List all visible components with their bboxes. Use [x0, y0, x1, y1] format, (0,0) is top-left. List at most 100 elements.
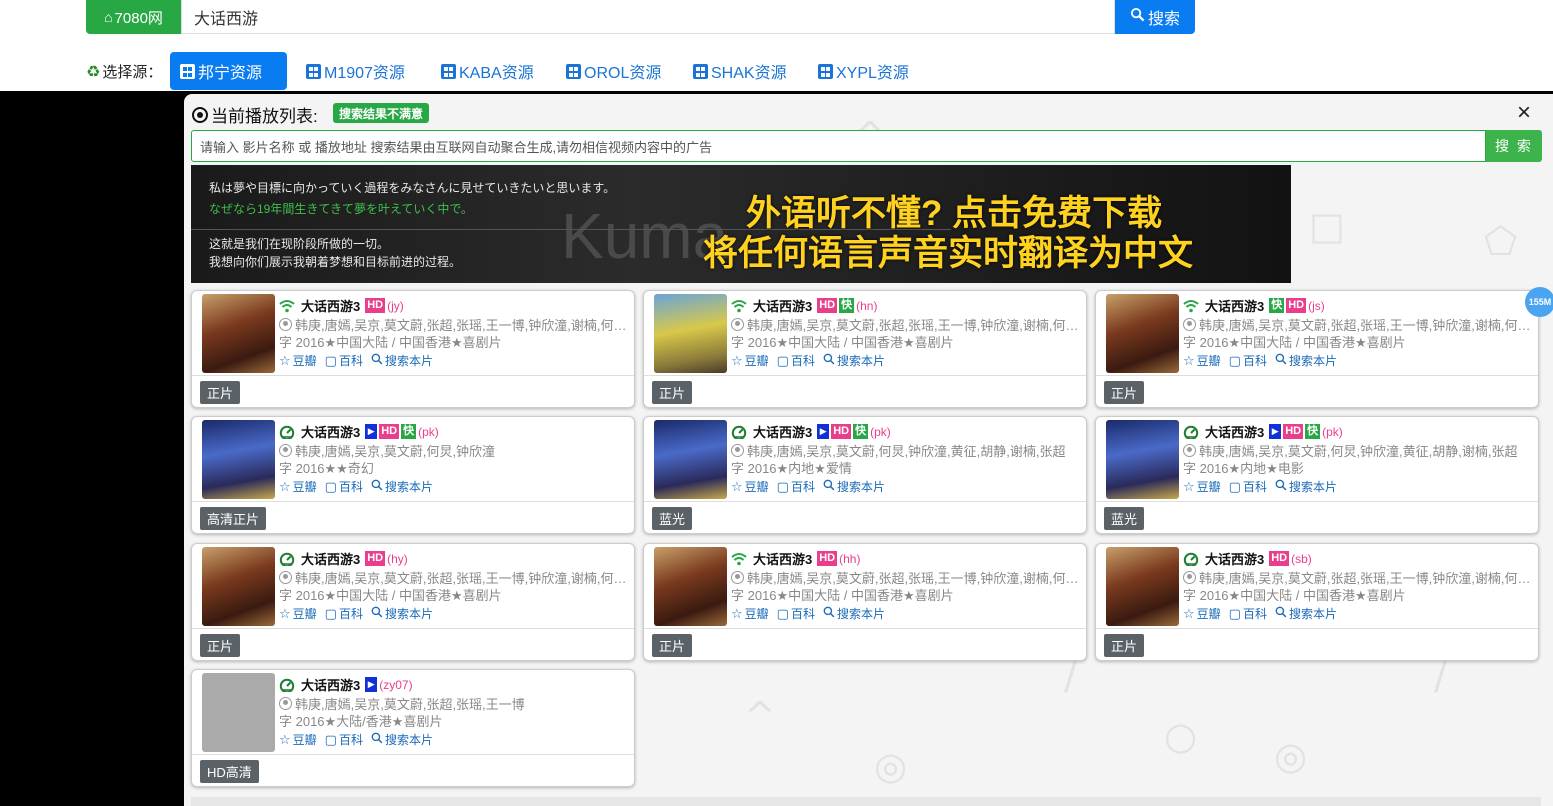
movie-poster[interactable] [1106, 294, 1179, 373]
source-tab-0[interactable]: 邦宁资源 [170, 52, 287, 90]
douban-link[interactable]: ☆ 豆瓣 [1183, 605, 1221, 622]
movie-poster[interactable] [202, 294, 275, 373]
search-film-link[interactable]: 搜索本片 [1275, 478, 1337, 495]
movie-title[interactable]: 大话西游3 [1205, 296, 1264, 315]
movie-title[interactable]: 大话西游3 [753, 549, 812, 568]
search-film-link[interactable]: 搜索本片 [371, 478, 433, 495]
douban-link[interactable]: ☆ 豆瓣 [1183, 352, 1221, 369]
movie-poster[interactable] [654, 547, 727, 626]
movie-title[interactable]: 大话西游3 [301, 549, 360, 568]
quality-play-button[interactable]: 正片 [1104, 634, 1145, 657]
source-tab-3[interactable]: OROL资源 [556, 52, 671, 90]
deco-shape: ⬠ [1484, 219, 1518, 263]
movie-poster[interactable] [202, 547, 275, 626]
movie-title[interactable]: 大话西游3 [1205, 549, 1264, 568]
card-links: ☆ 豆瓣 ▢ 百科 搜索本片 [731, 605, 885, 622]
quality-play-button[interactable]: 正片 [652, 634, 693, 657]
quality-play-button[interactable]: 正片 [200, 381, 241, 404]
movie-title[interactable]: 大话西游3 [301, 675, 360, 694]
panel-search-button[interactable]: 搜 索 [1486, 130, 1542, 162]
result-card[interactable]: 大话西游3 HD (hh) 韩庚,唐嫣,吴京,莫文蔚,张超,张瑶,王一博,钟欣潼,谢楠… [643, 543, 1087, 661]
search-button[interactable]: 搜索 [1115, 0, 1195, 34]
quality-play-button[interactable]: 蓝光 [652, 507, 693, 530]
quality-play-button[interactable]: 高清正片 [200, 507, 267, 530]
unsatisfied-badge[interactable]: 搜索结果不满意 [333, 103, 430, 123]
fast-tag: 快 [401, 424, 417, 439]
baike-link[interactable]: ▢ 百科 [1229, 478, 1267, 495]
result-card[interactable]: 大话西游3 HD 快 (hn) 韩庚,唐嫣,吴京,莫文蔚,张超,张瑶,王一博,钟欣潼,谢… [643, 290, 1087, 408]
baike-link[interactable]: ▢ 百科 [325, 352, 363, 369]
search-film-link[interactable]: 搜索本片 [1275, 605, 1337, 622]
result-card[interactable]: 大话西游3 ▶ (zy07) 韩庚,唐嫣,吴京,莫文蔚,张超,张瑶,王一博字 2016… [191, 669, 635, 787]
result-card[interactable]: 大话西游3 ▶ HD 快 (pk) 韩庚,唐嫣,吴京,莫文蔚,何炅,钟欣潼,黄征,胡静,谢… [643, 416, 1087, 534]
result-card[interactable]: 大话西游3 ▶ HD 快 (pk) 韩庚,唐嫣,吴京,莫文蔚,何炅,钟欣潼,黄征,胡静,谢… [1095, 416, 1539, 534]
baike-link[interactable]: ▢ 百科 [777, 352, 815, 369]
result-card[interactable]: 大话西游3 快 HD (js) 韩庚,唐嫣,吴京,莫文蔚,张超,张瑶,王一博,钟欣潼,谢… [1095, 290, 1539, 408]
search-film-link[interactable]: 搜索本片 [823, 605, 885, 622]
card-links: ☆ 豆瓣 ▢ 百科 搜索本片 [279, 352, 433, 369]
quality-play-button[interactable]: HD高清 [200, 760, 259, 783]
douban-link[interactable]: ☆ 豆瓣 [279, 352, 317, 369]
ad-banner[interactable]: Kuma 私は夢や目標に向かっていく過程をみなさんに見せていきたいと思います。 … [191, 165, 1291, 283]
douban-link[interactable]: ☆ 豆瓣 [279, 478, 317, 495]
result-card[interactable]: 大话西游3 HD (jy) 韩庚,唐嫣,吴京,莫文蔚,张超,张瑶,王一博,钟欣潼,谢楠… [191, 290, 635, 408]
baike-link[interactable]: ▢ 百科 [777, 478, 815, 495]
source-tab-1[interactable]: M1907资源 [296, 52, 415, 90]
baike-link[interactable]: ▢ 百科 [777, 605, 815, 622]
star-icon: ☆ [279, 731, 291, 747]
search-film-link[interactable]: 搜索本片 [371, 731, 433, 748]
movie-title[interactable]: 大话西游3 [301, 422, 360, 441]
site-home-button[interactable]: ⌂ 7080网 [86, 0, 181, 34]
movie-meta: 字 2016★中国大陆 / 中国香港★喜剧片 [1183, 588, 1406, 603]
close-icon[interactable]: × [1517, 99, 1531, 127]
movie-poster[interactable] [202, 673, 275, 752]
baike-link[interactable]: ▢ 百科 [1229, 352, 1267, 369]
movie-title[interactable]: 大话西游3 [753, 422, 812, 441]
source-tab-2[interactable]: KABA资源 [431, 52, 544, 90]
result-card[interactable]: 大话西游3 ▶ HD 快 (pk) 韩庚,唐嫣,吴京,莫文蔚,何炅,钟欣潼字 2016★★… [191, 416, 635, 534]
search-input[interactable]: 大话西游 [181, 0, 1115, 34]
search-film-link[interactable]: 搜索本片 [823, 478, 885, 495]
douban-link[interactable]: ☆ 豆瓣 [731, 352, 769, 369]
result-card[interactable]: 大话西游3 HD (sb) 韩庚,唐嫣,吴京,莫文蔚,张超,张瑶,王一博,钟欣潼,谢楠… [1095, 543, 1539, 661]
search-film-link[interactable]: 搜索本片 [823, 352, 885, 369]
movie-poster[interactable] [654, 420, 727, 499]
baike-link[interactable]: ▢ 百科 [325, 731, 363, 748]
quality-play-button[interactable]: 正片 [200, 634, 241, 657]
douban-link[interactable]: ☆ 豆瓣 [279, 605, 317, 622]
quality-play-button[interactable]: 蓝光 [1104, 507, 1145, 530]
douban-link[interactable]: ☆ 豆瓣 [279, 731, 317, 748]
hd-tag: HD [1286, 298, 1307, 313]
movie-poster[interactable] [1106, 547, 1179, 626]
baike-link[interactable]: ▢ 百科 [325, 478, 363, 495]
search-film-link[interactable]: 搜索本片 [1275, 352, 1337, 369]
panel-search-input[interactable]: 请输入 影片名称 或 播放地址 搜索结果由互联网自动聚合生成,请勿相信视频内容中… [191, 130, 1486, 162]
card-title-row: 大话西游3 HD (hy) [279, 549, 408, 568]
source-tab-label: OROL资源 [584, 65, 662, 82]
movie-poster[interactable] [654, 294, 727, 373]
result-card[interactable]: 大话西游3 HD (hy) 韩庚,唐嫣,吴京,莫文蔚,张超,张瑶,王一博,钟欣潼,谢楠… [191, 543, 635, 661]
douban-link[interactable]: ☆ 豆瓣 [1183, 478, 1221, 495]
douban-link[interactable]: ☆ 豆瓣 [731, 478, 769, 495]
movie-poster[interactable] [1106, 420, 1179, 499]
top-bar: ⌂ 7080网 大话西游 搜索 ♻ 选择源： 邦宁资源 M1907资源 KABA… [0, 0, 1553, 91]
movie-title[interactable]: 大话西游3 [753, 296, 812, 315]
source-tab-4[interactable]: SHAK资源 [683, 52, 797, 90]
quality-play-button[interactable]: 正片 [1104, 381, 1145, 404]
movie-title[interactable]: 大话西游3 [301, 296, 360, 315]
document-icon: ▢ [1228, 605, 1241, 621]
baike-label: 百科 [338, 480, 363, 494]
fast-tag: 快 [1269, 298, 1285, 313]
search-film-link[interactable]: 搜索本片 [371, 352, 433, 369]
baike-label: 百科 [1242, 354, 1267, 368]
quality-play-button[interactable]: 正片 [652, 381, 693, 404]
baike-link[interactable]: ▢ 百科 [325, 605, 363, 622]
source-tab-5[interactable]: XYPL资源 [808, 52, 919, 90]
grid-icon [566, 63, 581, 79]
movie-poster[interactable] [202, 420, 275, 499]
douban-link[interactable]: ☆ 豆瓣 [731, 605, 769, 622]
baike-link[interactable]: ▢ 百科 [1229, 605, 1267, 622]
search-film-link[interactable]: 搜索本片 [371, 605, 433, 622]
movie-title[interactable]: 大话西游3 [1205, 422, 1264, 441]
speed-gauge-icon [279, 425, 295, 440]
